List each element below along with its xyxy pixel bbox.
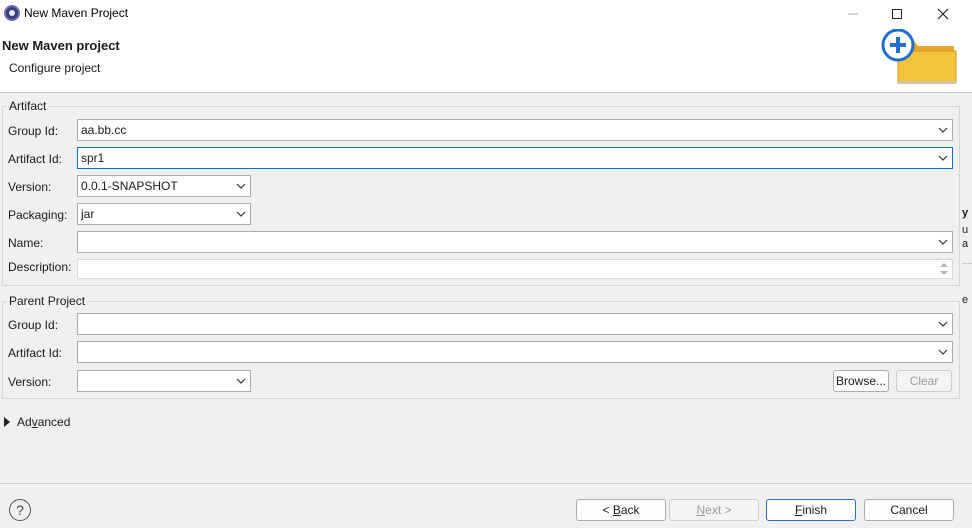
chevron-down-icon xyxy=(938,239,948,245)
packaging-combo[interactable]: jar xyxy=(77,203,251,225)
close-button[interactable] xyxy=(920,0,966,27)
chevron-down-icon xyxy=(236,183,246,189)
new-folder-wizard-icon xyxy=(881,29,957,84)
footer-separator xyxy=(0,483,972,484)
parent-version-combo[interactable] xyxy=(77,370,251,392)
parent-artifact-id-combo[interactable] xyxy=(77,341,953,363)
maximize-button[interactable] xyxy=(874,0,920,27)
wizard-title: New Maven project xyxy=(2,38,120,53)
expand-triangle-icon xyxy=(4,417,10,427)
packaging-label: Packaging: xyxy=(8,208,68,222)
description-textarea[interactable] xyxy=(77,259,953,279)
version-label: Version: xyxy=(8,180,52,194)
artifact-id-combo[interactable]: spr1 xyxy=(77,147,953,169)
eclipse-app-icon xyxy=(4,5,20,21)
group-id-label: Group Id: xyxy=(8,124,59,138)
background-window-fragment: y u a e xyxy=(962,207,972,327)
parent-project-legend: Parent Project xyxy=(7,294,88,308)
finish-button[interactable]: Finish xyxy=(766,499,856,521)
version-value: 0.0.1-SNAPSHOT xyxy=(81,179,178,193)
wizard-header: New Maven project Configure project xyxy=(0,27,972,93)
parent-artifact-id-label: Artifact Id: xyxy=(8,346,63,360)
chevron-down-icon xyxy=(236,211,246,217)
advanced-expander[interactable]: Advanced xyxy=(4,415,70,429)
description-label: Description: xyxy=(8,260,72,274)
packaging-value: jar xyxy=(81,207,95,221)
artifact-id-label: Artifact Id: xyxy=(8,152,63,166)
chevron-down-icon xyxy=(938,321,948,327)
name-label: Name: xyxy=(8,236,44,250)
chevron-down-icon xyxy=(938,349,948,355)
parent-group-id-combo[interactable] xyxy=(77,313,953,335)
parent-version-label: Version: xyxy=(8,375,52,389)
advanced-label: Advanced xyxy=(17,415,71,429)
wizard-subtitle: Configure project xyxy=(9,61,101,75)
scroll-arrows-icon[interactable] xyxy=(939,261,949,277)
minimize-button[interactable] xyxy=(830,0,876,27)
artifact-legend: Artifact xyxy=(7,99,49,113)
cancel-button[interactable]: Cancel xyxy=(864,499,954,521)
artifact-id-value: spr1 xyxy=(81,151,105,165)
parent-group-id-label: Group Id: xyxy=(8,318,59,332)
minimize-icon xyxy=(848,13,858,14)
version-combo[interactable]: 0.0.1-SNAPSHOT xyxy=(77,175,251,197)
clear-button[interactable]: Clear xyxy=(896,370,952,392)
close-icon xyxy=(937,8,949,19)
group-id-combo[interactable]: aa.bb.cc xyxy=(77,119,953,141)
chevron-down-icon xyxy=(938,127,948,133)
maximize-icon xyxy=(892,8,902,19)
next-button[interactable]: Next > xyxy=(669,499,759,521)
browse-button[interactable]: Browse... xyxy=(833,370,889,392)
help-icon[interactable]: ? xyxy=(9,499,31,521)
window-title: New Maven Project xyxy=(24,6,129,20)
chevron-down-icon xyxy=(938,155,948,161)
chevron-down-icon xyxy=(236,378,246,384)
name-combo[interactable] xyxy=(77,231,953,253)
group-id-value: aa.bb.cc xyxy=(81,123,127,137)
back-button[interactable]: < Back xyxy=(576,499,666,521)
title-bar: New Maven Project xyxy=(0,0,972,27)
